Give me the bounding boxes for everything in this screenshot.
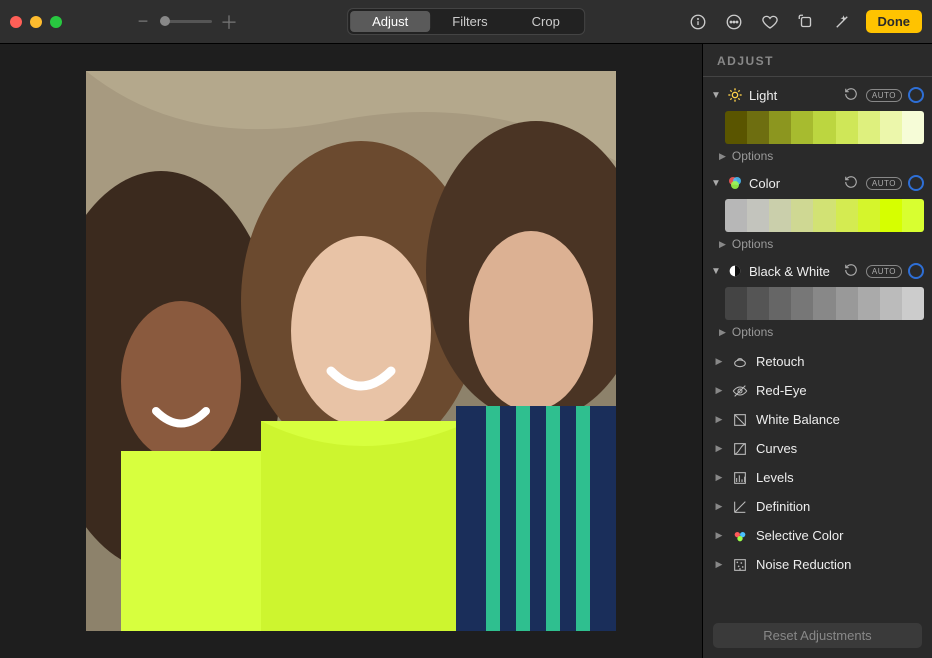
options-label: Options bbox=[732, 325, 773, 339]
options-label: Options bbox=[732, 237, 773, 251]
adjust-group-color: ▼ Color AUTO ▶ Options bbox=[711, 171, 924, 253]
auto-button[interactable]: AUTO bbox=[866, 177, 902, 190]
collapsed-adjustments: ▶ Retouch ▶ Red-Eye ▶ White Balance ▶ Curves ▶ Le… bbox=[711, 347, 924, 579]
favorite-icon[interactable] bbox=[754, 8, 786, 36]
revert-icon[interactable] bbox=[844, 175, 860, 191]
adjust-row-wb[interactable]: ▶ White Balance bbox=[711, 405, 924, 434]
adjust-row-label: Retouch bbox=[756, 354, 804, 369]
zoom-control: − ＋ bbox=[132, 11, 240, 33]
color-icon bbox=[727, 175, 743, 191]
chevron-right-icon: ▶ bbox=[714, 472, 724, 483]
fullscreen-window-button[interactable] bbox=[50, 16, 62, 28]
selcolor-icon bbox=[732, 528, 748, 544]
toolbar: − ＋ Adjust Filters Crop Done bbox=[0, 0, 932, 44]
bw-options[interactable]: ▶ Options bbox=[719, 323, 924, 341]
enable-ring[interactable] bbox=[908, 87, 924, 103]
auto-enhance-icon[interactable] bbox=[826, 8, 858, 36]
zoom-slider-thumb[interactable] bbox=[160, 16, 170, 26]
chevron-right-icon: ▶ bbox=[719, 327, 726, 338]
chevron-right-icon: ▶ bbox=[714, 385, 724, 396]
adjust-row-label: White Balance bbox=[756, 412, 840, 427]
chevron-down-icon: ▼ bbox=[711, 266, 721, 277]
adjust-row-retouch[interactable]: ▶ Retouch bbox=[711, 347, 924, 376]
chevron-right-icon: ▶ bbox=[719, 151, 726, 162]
minimize-window-button[interactable] bbox=[30, 16, 42, 28]
info-icon[interactable] bbox=[682, 8, 714, 36]
color-title: Color bbox=[749, 176, 838, 191]
light-options[interactable]: ▶ Options bbox=[719, 147, 924, 165]
chevron-right-icon: ▶ bbox=[714, 356, 724, 367]
adjust-row-label: Curves bbox=[756, 441, 797, 456]
close-window-button[interactable] bbox=[10, 16, 22, 28]
bw-header[interactable]: ▼ Black & White AUTO bbox=[711, 259, 924, 283]
edited-photo bbox=[86, 71, 616, 631]
chevron-down-icon: ▼ bbox=[711, 90, 721, 101]
bw-icon bbox=[727, 263, 743, 279]
auto-button[interactable]: AUTO bbox=[866, 265, 902, 278]
adjust-group-light: ▼ Light AUTO ▶ Options bbox=[711, 83, 924, 165]
more-icon[interactable] bbox=[718, 8, 750, 36]
light-header[interactable]: ▼ Light AUTO bbox=[711, 83, 924, 107]
edit-mode-tabs: Adjust Filters Crop bbox=[347, 8, 585, 35]
rotate-icon[interactable] bbox=[790, 8, 822, 36]
adjust-sidebar: ADJUST ▼ Light AUTO ▶ bbox=[702, 44, 932, 658]
light-title: Light bbox=[749, 88, 838, 103]
noise-icon bbox=[732, 557, 748, 573]
adjust-row-definition[interactable]: ▶ Definition bbox=[711, 492, 924, 521]
adjust-row-label: Red-Eye bbox=[756, 383, 807, 398]
adjust-row-label: Noise Reduction bbox=[756, 557, 851, 572]
adjust-group-bw: ▼ Black & White AUTO ▶ Options bbox=[711, 259, 924, 341]
color-slider[interactable] bbox=[725, 199, 924, 232]
window-controls bbox=[10, 16, 62, 28]
done-button[interactable]: Done bbox=[866, 10, 923, 33]
adjustments-pane: ▼ Light AUTO ▶ Options bbox=[703, 77, 932, 615]
tab-filters[interactable]: Filters bbox=[430, 11, 509, 32]
adjust-row-curves[interactable]: ▶ Curves bbox=[711, 434, 924, 463]
light-icon bbox=[727, 87, 743, 103]
retouch-icon bbox=[732, 354, 748, 370]
toolbar-right: Done bbox=[682, 8, 923, 36]
tab-adjust[interactable]: Adjust bbox=[350, 11, 430, 32]
sidebar-heading: ADJUST bbox=[703, 54, 932, 77]
chevron-right-icon: ▶ bbox=[714, 414, 724, 425]
adjust-row-label: Definition bbox=[756, 499, 810, 514]
adjust-row-selcolor[interactable]: ▶ Selective Color bbox=[711, 521, 924, 550]
adjust-row-noise[interactable]: ▶ Noise Reduction bbox=[711, 550, 924, 579]
reset-adjustments-button[interactable]: Reset Adjustments bbox=[713, 623, 922, 648]
tab-crop[interactable]: Crop bbox=[510, 11, 582, 32]
color-options[interactable]: ▶ Options bbox=[719, 235, 924, 253]
chevron-right-icon: ▶ bbox=[719, 239, 726, 250]
wb-icon bbox=[732, 412, 748, 428]
bw-title: Black & White bbox=[749, 264, 838, 279]
zoom-slider[interactable] bbox=[160, 20, 212, 23]
workspace: ADJUST ▼ Light AUTO ▶ bbox=[0, 44, 932, 658]
redeye-icon bbox=[732, 383, 748, 399]
enable-ring[interactable] bbox=[908, 175, 924, 191]
light-slider[interactable] bbox=[725, 111, 924, 144]
bw-slider[interactable] bbox=[725, 287, 924, 320]
revert-icon[interactable] bbox=[844, 87, 860, 103]
color-header[interactable]: ▼ Color AUTO bbox=[711, 171, 924, 195]
adjust-row-label: Levels bbox=[756, 470, 794, 485]
zoom-out-button[interactable]: − bbox=[132, 11, 154, 33]
zoom-in-button[interactable]: ＋ bbox=[218, 11, 240, 33]
auto-button[interactable]: AUTO bbox=[866, 89, 902, 102]
adjust-row-label: Selective Color bbox=[756, 528, 843, 543]
definition-icon bbox=[732, 499, 748, 515]
adjust-row-levels[interactable]: ▶ Levels bbox=[711, 463, 924, 492]
chevron-right-icon: ▶ bbox=[714, 443, 724, 454]
levels-icon bbox=[732, 470, 748, 486]
chevron-down-icon: ▼ bbox=[711, 178, 721, 189]
canvas-area bbox=[0, 44, 702, 658]
chevron-right-icon: ▶ bbox=[714, 501, 724, 512]
enable-ring[interactable] bbox=[908, 263, 924, 279]
curves-icon bbox=[732, 441, 748, 457]
chevron-right-icon: ▶ bbox=[714, 559, 724, 570]
adjust-row-redeye[interactable]: ▶ Red-Eye bbox=[711, 376, 924, 405]
revert-icon[interactable] bbox=[844, 263, 860, 279]
chevron-right-icon: ▶ bbox=[714, 530, 724, 541]
options-label: Options bbox=[732, 149, 773, 163]
